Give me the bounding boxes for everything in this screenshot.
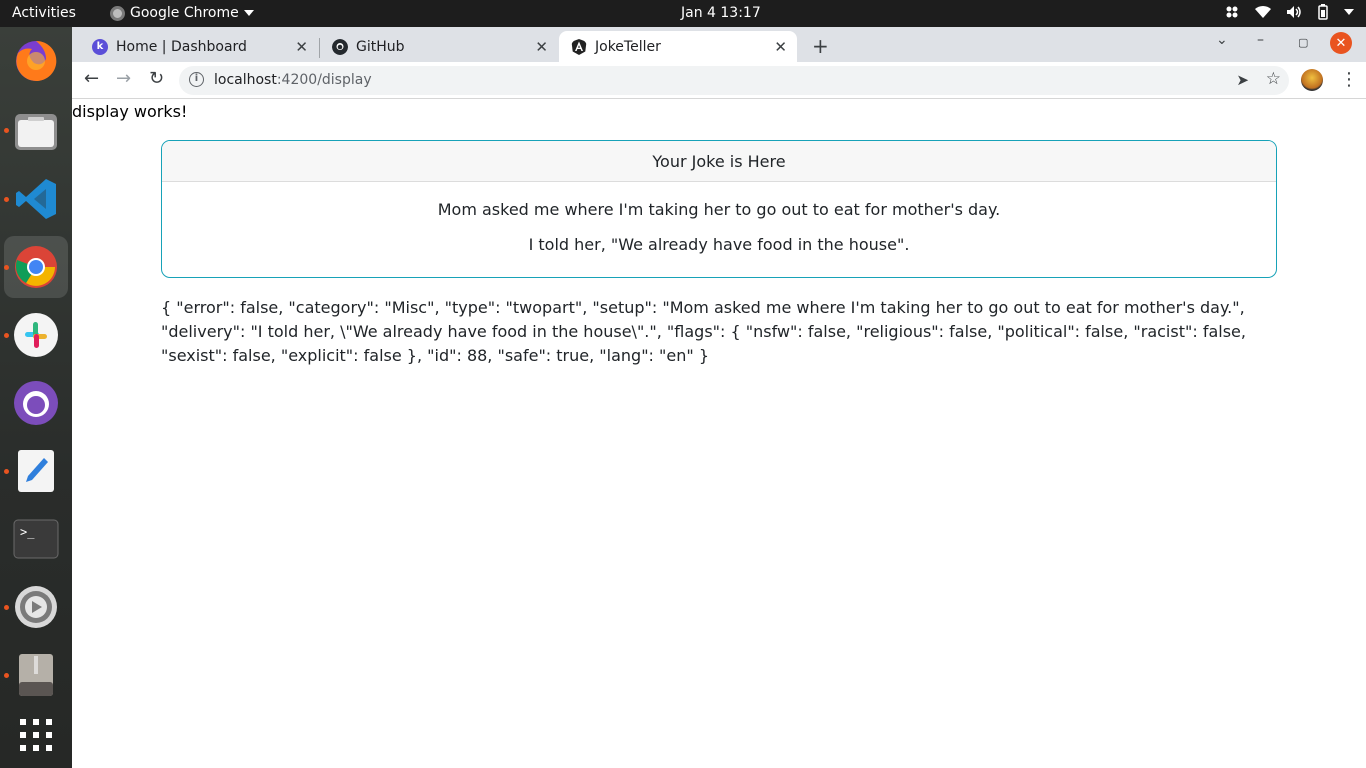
tab-title: GitHub: [356, 38, 405, 55]
angular-favicon-icon: [571, 38, 587, 55]
vscode-launcher[interactable]: [10, 173, 62, 225]
running-indicator: [4, 605, 9, 610]
raw-joke-json: { "error": false, "category": "Misc", "t…: [161, 298, 1246, 365]
app-grid-icon: [20, 719, 52, 751]
forward-button[interactable]: →: [116, 68, 131, 89]
files-icon: [15, 114, 57, 150]
chrome-icon: [15, 246, 57, 288]
new-tab-button[interactable]: +: [812, 34, 829, 58]
reload-button[interactable]: ↻: [149, 68, 164, 89]
running-indicator: [4, 333, 9, 338]
app-menu[interactable]: Google Chrome: [110, 5, 254, 21]
tab-search-chevron-icon[interactable]: ⌄: [1216, 32, 1228, 48]
archive-manager-launcher[interactable]: [10, 649, 62, 701]
terminal-launcher[interactable]: >_: [10, 513, 62, 565]
chrome-launcher[interactable]: [4, 236, 68, 298]
text-editor-launcher[interactable]: [10, 445, 62, 497]
close-tab-icon[interactable]: ✕: [535, 38, 548, 56]
running-indicator: [4, 197, 9, 202]
firefox-icon: [16, 40, 57, 81]
restore-button[interactable]: ▢: [1298, 36, 1308, 49]
browser-toolbar: ← → ↻ i localhost:4200/display ➤ ☆ ⋮: [72, 62, 1366, 99]
system-top-bar: Activities Google Chrome Jan 4 13:17: [0, 0, 1366, 27]
vscode-icon: [16, 179, 56, 219]
running-indicator: [4, 265, 9, 270]
back-button[interactable]: ←: [84, 68, 99, 89]
close-tab-icon[interactable]: ✕: [295, 38, 308, 56]
url-text[interactable]: localhost:4200/display: [214, 72, 372, 88]
github-desktop-launcher[interactable]: [10, 377, 62, 429]
running-indicator: [4, 673, 9, 678]
svg-text:>_: >_: [20, 525, 35, 539]
system-menu-chevron-icon: [1344, 9, 1354, 15]
joke-setup: Mom asked me where I'm taking her to go …: [437, 200, 1001, 219]
running-indicator: [4, 128, 9, 133]
app-menu-label: Google Chrome: [130, 5, 239, 21]
wifi-icon: [1255, 5, 1271, 18]
slack-launcher[interactable]: [10, 309, 62, 361]
minimize-button[interactable]: –: [1257, 32, 1264, 48]
running-indicator: [4, 469, 9, 474]
system-tray[interactable]: [1224, 4, 1354, 20]
joke-card-header: Your Joke is Here: [162, 141, 1276, 182]
chrome-mini-icon: [110, 5, 125, 21]
firefox-launcher[interactable]: [10, 35, 62, 87]
component-status-text: display works!: [72, 102, 188, 121]
send-to-device-icon[interactable]: ➤: [1236, 71, 1249, 89]
slack-icon: [14, 313, 58, 357]
activities-button[interactable]: Activities: [12, 5, 76, 21]
archive-icon: [19, 654, 53, 696]
k-favicon-icon: k: [92, 38, 108, 55]
tab-home-dashboard[interactable]: k Home | Dashboard ✕: [80, 31, 318, 62]
tab-title: JokeTeller: [595, 38, 661, 55]
settings-icon: [15, 586, 57, 628]
profile-avatar[interactable]: [1301, 69, 1323, 91]
chevron-down-icon: [243, 10, 254, 16]
page-content: display works! Your Joke is Here Mom ask…: [72, 100, 1366, 768]
text-editor-icon: [18, 450, 54, 492]
github-desktop-icon: [14, 381, 58, 425]
terminal-icon: >_: [13, 519, 59, 559]
github-favicon-icon: [332, 38, 348, 55]
site-info-icon[interactable]: i: [189, 72, 204, 87]
dock: >_: [0, 27, 72, 768]
joke-card-body: Mom asked me where I'm taking her to go …: [162, 200, 1276, 254]
show-applications-button[interactable]: [10, 709, 62, 761]
close-window-button[interactable]: ✕: [1330, 32, 1352, 54]
tab-github[interactable]: GitHub ✕: [320, 31, 558, 62]
battery-icon: [1318, 4, 1328, 20]
clock[interactable]: Jan 4 13:17: [681, 5, 761, 21]
close-tab-icon[interactable]: ✕: [774, 38, 787, 56]
volume-icon: [1287, 6, 1301, 18]
address-bar[interactable]: i localhost:4200/display ➤ ☆: [179, 66, 1289, 95]
settings-launcher[interactable]: [10, 581, 62, 633]
tab-strip: k Home | Dashboard ✕ GitHub ✕ JokeTeller…: [72, 27, 1366, 62]
slack-tray-icon: [1226, 6, 1238, 18]
tab-title: Home | Dashboard: [116, 38, 247, 55]
joke-card: Your Joke is Here Mom asked me where I'm…: [161, 140, 1277, 278]
chrome-menu-icon[interactable]: ⋮: [1340, 69, 1358, 90]
joke-delivery: I told her, "We already have food in the…: [528, 235, 910, 254]
bookmark-star-icon[interactable]: ☆: [1266, 69, 1281, 89]
tab-joketeller[interactable]: JokeTeller ✕: [559, 31, 797, 62]
files-launcher[interactable]: [10, 105, 62, 157]
